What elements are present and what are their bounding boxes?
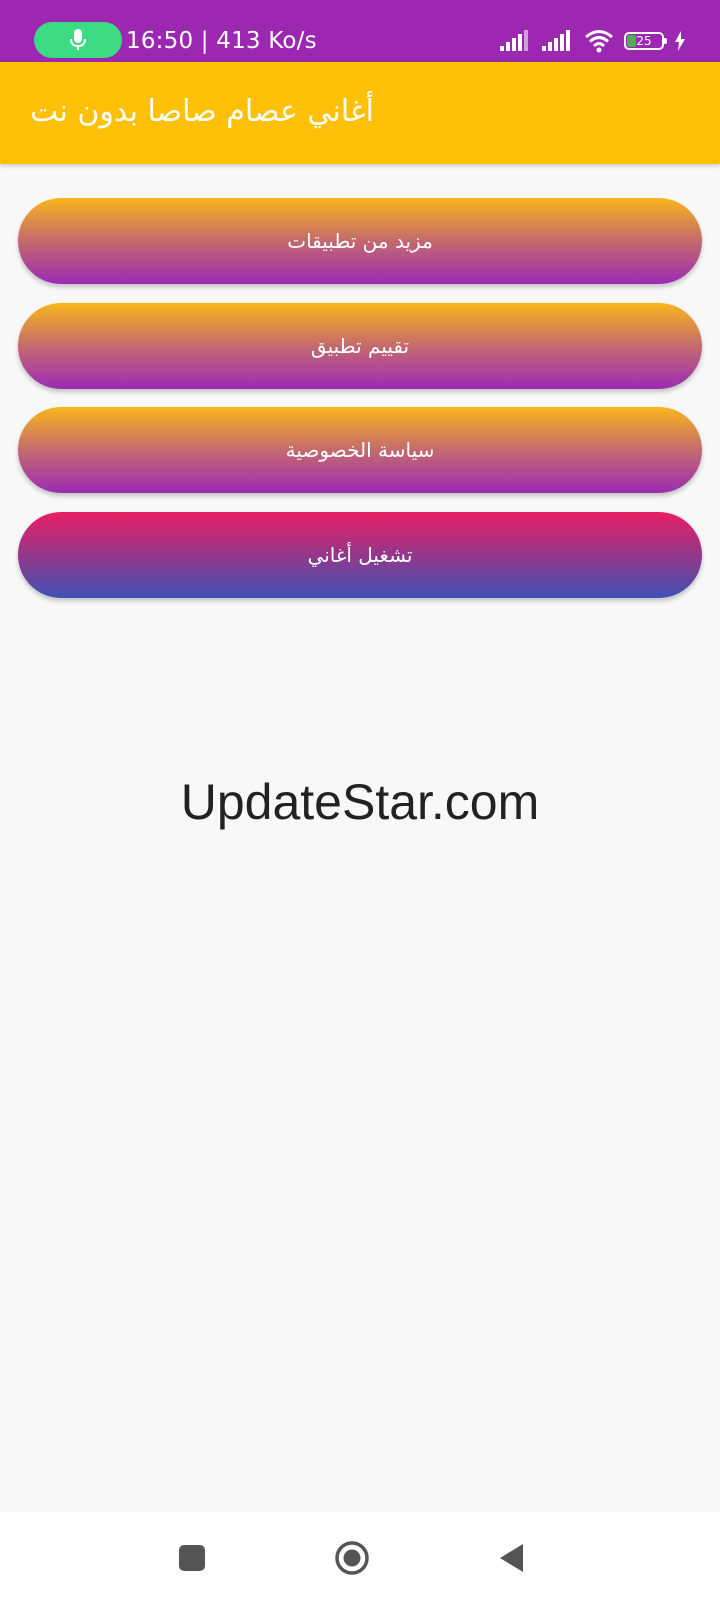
battery-tip [664,38,667,44]
more-apps-button[interactable]: مزيد من تطبيقات [18,198,702,284]
app-bar: أغاني عصام صاصا بدون نت [0,62,720,164]
page-title: أغاني عصام صاصا بدون نت [30,94,374,129]
signal-icon [500,30,528,51]
home-icon[interactable] [334,1540,370,1576]
battery-level: 25 [636,34,652,48]
status-bar: 16:50 | 413 Ko/s 25 [0,0,720,62]
wifi-icon [585,30,613,53]
back-icon[interactable] [494,1540,530,1576]
rate-app-button[interactable]: تقييم تطبيق [18,303,702,389]
play-songs-button[interactable]: تشغيل أغاني [18,512,702,598]
status-time-speed: 16:50 | 413 Ko/s [126,28,317,54]
status-icons: 25 [500,26,686,56]
privacy-policy-button[interactable]: سياسة الخصوصية [18,407,702,493]
navigation-bar [0,1512,720,1600]
charging-icon [675,31,685,51]
mic-indicator[interactable] [34,22,122,58]
recent-apps-icon[interactable] [174,1540,210,1576]
mic-icon [70,29,86,50]
watermark: UpdateStar.com [180,774,540,830]
battery-icon: 25 [624,32,667,50]
signal-icon [542,30,570,51]
